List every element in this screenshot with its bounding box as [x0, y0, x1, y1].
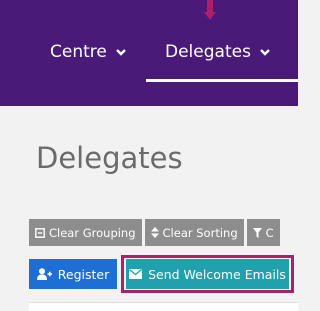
- nav-item-centre[interactable]: Centre: [50, 40, 127, 64]
- clear-filters-label: C: [265, 225, 274, 240]
- clear-sorting-button[interactable]: Clear Sorting: [144, 219, 244, 246]
- nav-item-delegates[interactable]: Delegates: [165, 40, 271, 64]
- pointer-marker-tip: [204, 12, 216, 20]
- envelope-icon: [129, 269, 143, 279]
- chevron-down-icon: [260, 49, 270, 56]
- minus-square-icon: [35, 227, 45, 238]
- clear-grouping-label: Clear Grouping: [49, 225, 136, 240]
- user-plus-icon: [36, 268, 52, 280]
- active-nav-indicator: [146, 79, 298, 82]
- page-title: Delegates: [36, 141, 183, 175]
- clear-sorting-label: Clear Sorting: [162, 225, 238, 240]
- top-navigation-bar: Centre Delegates: [0, 0, 298, 106]
- send-welcome-emails-label: Send Welcome Emails: [148, 266, 286, 282]
- nav-item-label: Centre: [50, 42, 107, 62]
- filter-icon: [252, 227, 262, 238]
- grid-toolbar: Clear Grouping Clear Sorting C: [29, 219, 280, 246]
- register-button[interactable]: Register: [29, 259, 117, 289]
- chevron-down-icon: [115, 49, 126, 56]
- nav-item-label: Delegates: [165, 42, 251, 62]
- register-label: Register: [57, 266, 110, 282]
- sort-icon: [150, 227, 159, 238]
- clear-grouping-button[interactable]: Clear Grouping: [29, 219, 142, 246]
- send-welcome-emails-button[interactable]: Send Welcome Emails: [126, 259, 289, 289]
- clear-filters-button[interactable]: C: [246, 219, 280, 246]
